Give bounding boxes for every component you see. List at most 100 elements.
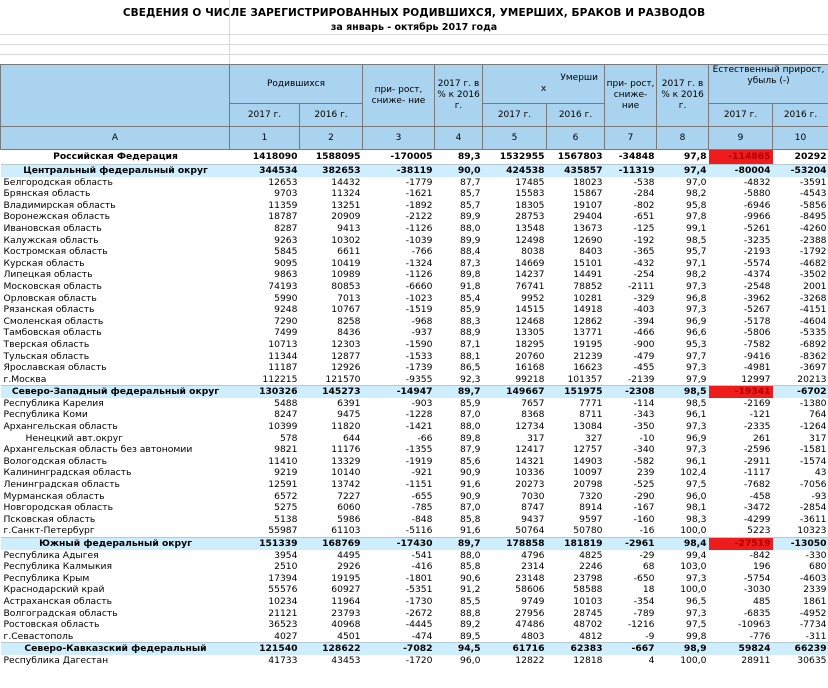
cell-deaths-2016: 19107 [573, 199, 603, 211]
cell-deaths-pct: 100,0 [680, 584, 707, 596]
table-row: Ивановская область 8287 9413 -1126 88,0 13548… [1, 223, 828, 235]
cell-births-growth: -1621 [405, 188, 433, 200]
cell-births-2016: 43453 [331, 654, 361, 666]
cell-births-pct: 91,2 [460, 584, 481, 596]
cell-deaths-2017: 18305 [515, 199, 545, 211]
cell-deaths-pct: 98,2 [686, 269, 707, 281]
header-deaths-2016: 2016 г. [545, 103, 606, 127]
cell-deaths-growth: -125 [633, 222, 655, 234]
cell-natural-2017: -2169 [743, 397, 771, 409]
cell-deaths-2017: 13548 [515, 222, 545, 234]
cell-births-growth: -5116 [405, 525, 433, 537]
table-row: Калужская область 9263 10302 -1039 89,9 12498… [1, 235, 828, 247]
cell-deaths-growth: -11319 [604, 163, 657, 177]
cell-deaths-growth: -350 [633, 421, 655, 433]
cell-births-2016: 12926 [331, 362, 361, 374]
region-name: Архангельская область без автономии [3, 444, 193, 456]
cell-births-pct: 88,9 [460, 327, 481, 339]
table-row: Новгородская область 5275 6060 -785 87,0 8747… [1, 502, 828, 514]
cell-natural-2017: -6835 [743, 607, 771, 619]
cell-births-2016: 1588095 [315, 151, 361, 163]
cell-births-2016: 11820 [331, 421, 361, 433]
column-divider [229, 0, 230, 64]
cell-births-2016: 10140 [331, 467, 361, 479]
cell-deaths-2016: 9597 [579, 513, 603, 525]
cell-deaths-2017: 61716 [482, 642, 547, 655]
table-row: Республика Коми 8247 9475 -1228 87,0 8368 8711… [1, 409, 828, 421]
region-name: Костромская область [3, 246, 108, 258]
cell-deaths-2017: 9437 [521, 513, 545, 525]
cell-deaths-2017: 13305 [515, 327, 545, 339]
cell-births-pct: 90,0 [434, 163, 483, 177]
cell-deaths-growth: 68 [642, 561, 655, 573]
cell-births-pct: 87,1 [460, 338, 481, 350]
table-row: Волгоградская область 21121 23793 -2672 88,8… [1, 608, 828, 620]
cell-births-growth: -14947 [362, 385, 435, 398]
cell-births-2016: 12877 [331, 350, 361, 362]
cell-births-pct: 89,8 [460, 269, 481, 281]
cell-births-pct: 85,6 [460, 455, 481, 467]
cell-deaths-2017: 149667 [482, 385, 547, 398]
cell-births-growth: -1023 [405, 292, 433, 304]
region-name: Новгородская область [3, 502, 113, 514]
table-row: г.Санкт-Петербург 55987 61103 -5116 91,6 5076… [1, 525, 828, 537]
table-row: Смоленская область 7290 8258 -968 88,3 12468 1… [1, 316, 828, 328]
cell-deaths-2016: 8711 [579, 409, 603, 421]
cell-deaths-2017: 14237 [515, 269, 545, 281]
cell-births-growth: -1324 [405, 257, 433, 269]
cell-deaths-pct: 95,8 [686, 199, 707, 211]
cell-natural-2016: -4604 [799, 315, 827, 327]
cell-births-pct: 88,4 [460, 246, 481, 258]
cell-deaths-2017: 20273 [515, 479, 545, 491]
cell-deaths-2017: 17485 [515, 176, 545, 188]
cell-deaths-2017: 12822 [515, 654, 545, 666]
table-row: Республика Дагестан 41733 43453 -1720 96,0 12… [1, 655, 828, 667]
region-name: Ненецкий авт.округ [25, 432, 123, 444]
cell-births-2017: 41733 [268, 654, 298, 666]
cell-natural-2017: -4299 [743, 513, 771, 525]
cell-births-2016: 382653 [299, 163, 363, 177]
cell-deaths-2016: 10281 [573, 292, 603, 304]
region-name: Владимирская область [3, 199, 116, 211]
cell-natural-2017: -5806 [743, 327, 771, 339]
cell-births-2016: 6060 [337, 502, 361, 514]
cell-births-2016: 11964 [331, 595, 361, 607]
cell-natural-2017: -10963 [737, 619, 771, 631]
cell-natural-2017: -3030 [743, 584, 771, 596]
cell-deaths-2016: 58588 [573, 584, 603, 596]
district-row: Северо-Кавказский федеральный 121540 12862… [0, 642, 828, 655]
cell-natural-2017: -2548 [743, 280, 771, 292]
cell-births-2016: 40968 [331, 619, 361, 631]
cell-natural-2017: -9966 [743, 211, 771, 223]
cell-natural-2016: -4603 [799, 572, 827, 584]
region-name: Калужская область [3, 234, 99, 246]
cell-births-pct: 89,2 [460, 619, 481, 631]
cell-births-pct: 87,3 [460, 257, 481, 269]
cell-births-2016: 20909 [331, 211, 361, 223]
cell-deaths-growth: -650 [633, 572, 655, 584]
cell-deaths-2016: 101357 [567, 373, 603, 385]
cell-natural-2016: -7056 [799, 479, 827, 491]
region-name: Ярославская область [3, 362, 107, 374]
cell-deaths-2016: 13771 [573, 327, 603, 339]
table-row: Псковская область 5138 5986 -848 85,8 9437 959… [1, 514, 828, 526]
cell-births-pct: 96,0 [460, 654, 481, 666]
table-row: Астраханская область 10234 11964 -1730 85,5 9… [1, 596, 828, 608]
cell-deaths-growth: -2139 [627, 373, 655, 385]
region-name: Тульская область [3, 350, 90, 362]
column-label-4: 4 [434, 126, 483, 150]
cell-births-pct: 88,0 [460, 222, 481, 234]
cell-births-2017: 11187 [268, 362, 298, 374]
cell-births-pct: 85,4 [460, 292, 481, 304]
cell-births-2016: 11176 [331, 444, 361, 456]
cell-natural-2017: -4832 [743, 176, 771, 188]
cell-natural-2016: -6702 [772, 385, 828, 398]
cell-births-growth: -541 [411, 549, 433, 561]
cell-natural-2016: 2339 [803, 584, 827, 596]
cell-deaths-2016: 12690 [573, 234, 603, 246]
region-name: Волгоградская область [3, 607, 118, 619]
table-header: Родившихся при- рост, сниже- ние 2017 г.… [0, 64, 828, 150]
cell-deaths-pct: 97,9 [686, 373, 707, 385]
cell-deaths-growth: -525 [633, 479, 655, 491]
cell-deaths-2016: 15867 [573, 188, 603, 200]
